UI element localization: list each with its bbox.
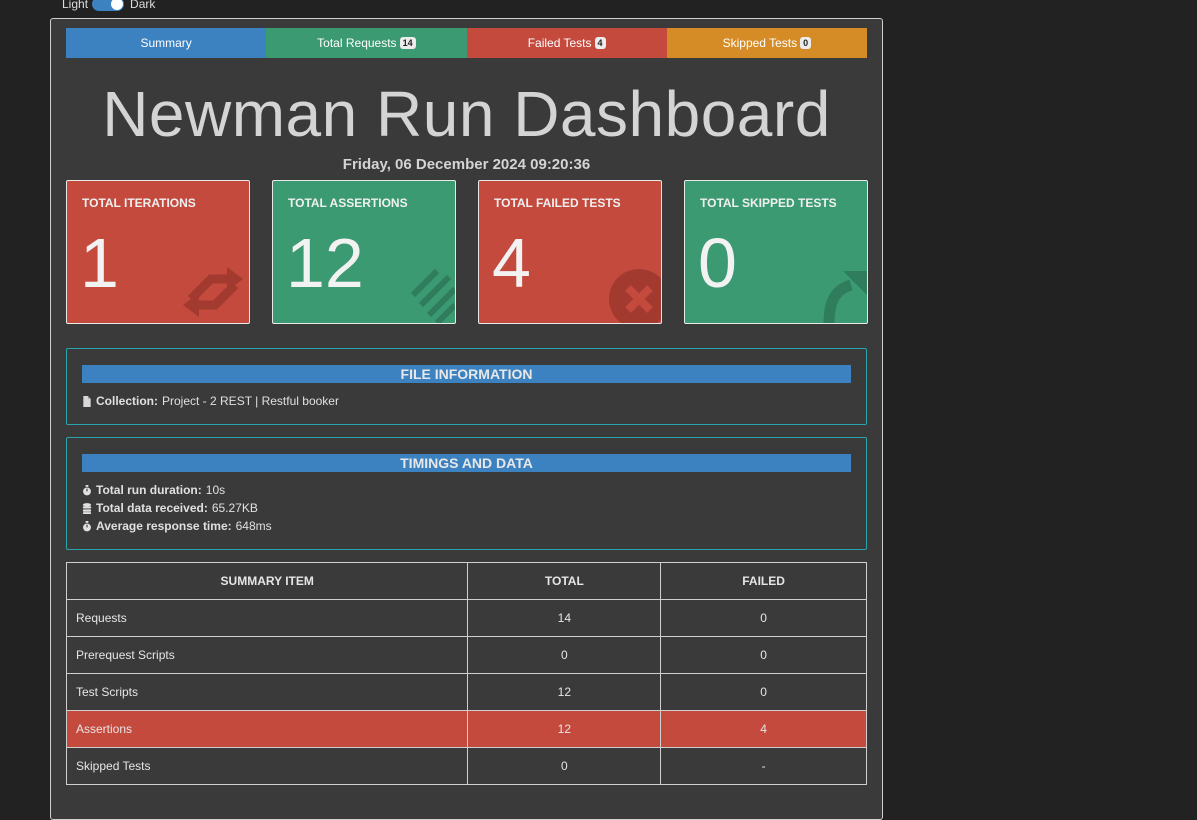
total-cell: 14	[467, 599, 662, 637]
card-value: 0	[698, 224, 737, 302]
checklist-icon	[410, 268, 455, 323]
collection-line: Collection: Project - 2 REST | Restful b…	[82, 394, 339, 408]
failed-cell: 0	[660, 636, 867, 674]
column-header: FAILED	[660, 562, 867, 600]
tab-label: Total Requests	[317, 36, 397, 50]
card-label: TOTAL SKIPPED TESTS	[700, 196, 837, 210]
collection-value: Project - 2 REST | Restful booker	[162, 394, 339, 408]
file-information-panel: FILE INFORMATION Collection: Project - 2…	[66, 348, 867, 425]
theme-switch-knob	[111, 0, 124, 10]
table-row: Prerequest Scripts 0 0	[65, 636, 867, 674]
tab-total-requests[interactable]: Total Requests 14	[266, 28, 467, 58]
duration-value: 10s	[205, 483, 226, 497]
duration-label: Total run duration:	[96, 483, 202, 497]
tab-label: Summary	[140, 36, 192, 50]
card-label: TOTAL FAILED TESTS	[494, 196, 621, 210]
card-total-assertions: TOTAL ASSERTIONS 12	[272, 180, 456, 324]
table-row-failed: Assertions 12 4	[65, 710, 867, 748]
response-label: Average response time:	[96, 519, 232, 533]
stopwatch-icon	[83, 520, 91, 531]
count-badge: 14	[399, 37, 416, 49]
data-label: Total data received:	[96, 501, 208, 515]
card-value: 12	[286, 224, 364, 302]
sync-arrows-icon	[183, 267, 243, 317]
failed-cell: 0	[660, 599, 867, 637]
response-time-line: Average response time: 648ms	[82, 519, 272, 533]
card-label: TOTAL ITERATIONS	[82, 196, 196, 210]
panel-heading: FILE INFORMATION	[82, 365, 851, 383]
data-value: 65.27KB	[211, 501, 258, 515]
run-duration-line: Total run duration: 10s	[82, 483, 225, 497]
tab-summary[interactable]: Summary	[66, 28, 267, 58]
table-row: Requests 14 0	[65, 599, 867, 637]
nav-tabs: Summary Total Requests 14 Failed Tests 4…	[66, 28, 867, 58]
card-value: 4	[492, 224, 531, 302]
theme-toggle[interactable]: Light Dark	[62, 0, 155, 12]
timings-panel: TIMINGS AND DATA Total run duration: 10s…	[66, 437, 867, 550]
dashboard-container: Summary Total Requests 14 Failed Tests 4…	[50, 18, 883, 820]
failed-cell: -	[660, 747, 867, 785]
summary-table: SUMMARY ITEM TOTAL FAILED Requests 14 0 …	[65, 562, 867, 785]
column-header: TOTAL	[467, 562, 662, 600]
summary-item: Skipped Tests	[65, 747, 469, 785]
tab-label: Skipped Tests	[722, 36, 798, 50]
card-label: TOTAL ASSERTIONS	[288, 196, 408, 210]
table-row: Skipped Tests 0 -	[65, 747, 867, 785]
count-badge: 4	[594, 37, 606, 49]
run-date: Friday, 06 December 2024 09:20:36	[342, 156, 591, 173]
tab-skipped-tests[interactable]: Skipped Tests 0	[666, 28, 867, 58]
column-header: SUMMARY ITEM	[65, 562, 469, 600]
database-icon	[82, 502, 92, 514]
times-circle-icon	[609, 269, 661, 323]
page-title: Newman Run Dashboard	[102, 78, 831, 150]
tab-label: Failed Tests	[527, 36, 592, 50]
table-header-row: SUMMARY ITEM TOTAL FAILED	[65, 562, 867, 600]
count-badge: 0	[800, 37, 812, 49]
card-total-failed-tests: TOTAL FAILED TESTS 4	[478, 180, 662, 324]
summary-item: Test Scripts	[65, 673, 469, 711]
collection-label: Collection:	[96, 394, 158, 408]
table-row: Test Scripts 12 0	[65, 673, 867, 711]
summary-item: Assertions	[65, 710, 469, 748]
data-received-line: Total data received: 65.27KB	[82, 501, 258, 515]
tab-failed-tests[interactable]: Failed Tests 4	[466, 28, 667, 58]
panel-heading: TIMINGS AND DATA	[82, 454, 851, 472]
theme-dark-label: Dark	[130, 0, 156, 11]
total-cell: 12	[467, 710, 662, 748]
card-total-iterations: TOTAL ITERATIONS 1	[66, 180, 250, 324]
card-total-skipped-tests: TOTAL SKIPPED TESTS 0	[684, 180, 868, 324]
failed-cell: 4	[660, 710, 867, 748]
share-arrow-icon	[823, 271, 867, 323]
response-value: 648ms	[235, 519, 272, 533]
total-cell: 0	[467, 747, 662, 785]
total-cell: 0	[467, 636, 662, 674]
theme-light-label: Light	[62, 0, 89, 11]
summary-item: Requests	[65, 599, 469, 637]
failed-cell: 0	[660, 673, 867, 711]
total-cell: 12	[467, 673, 662, 711]
card-value: 1	[80, 224, 119, 302]
file-icon	[83, 395, 91, 407]
summary-item: Prerequest Scripts	[65, 636, 469, 674]
stopwatch-icon	[83, 484, 91, 495]
theme-switch[interactable]	[92, 0, 125, 11]
